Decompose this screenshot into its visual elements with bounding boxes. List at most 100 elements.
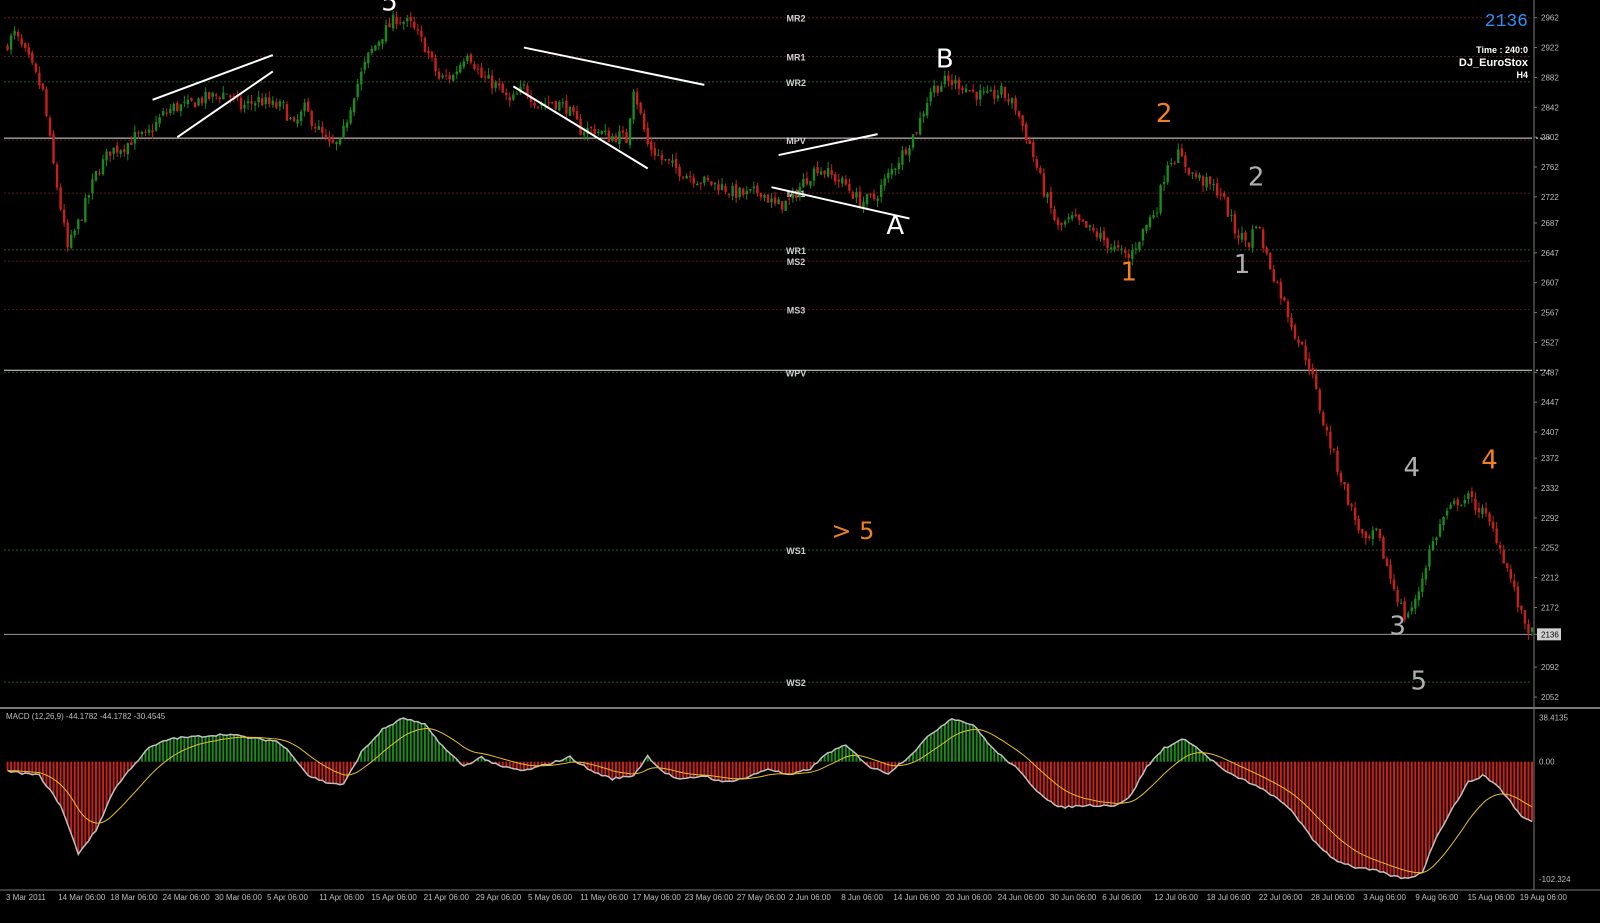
candle <box>664 159 667 162</box>
wave-label: 5 <box>381 0 398 17</box>
candle-body <box>625 131 628 144</box>
candle <box>278 99 282 111</box>
candle-body <box>13 30 16 36</box>
candle <box>660 149 664 165</box>
candle <box>165 108 168 117</box>
candle <box>1152 210 1155 220</box>
candle-body <box>773 197 777 204</box>
candle-body <box>558 102 561 111</box>
candle-body <box>738 187 741 198</box>
y-tick-label: 2567 <box>1541 309 1559 318</box>
candle-body <box>1467 493 1470 500</box>
candle-body <box>1371 530 1375 539</box>
candle <box>996 89 1000 102</box>
candle-body <box>855 192 858 198</box>
candle <box>579 114 582 136</box>
x-tick-label: 15 Aug 06:00 <box>1468 893 1516 902</box>
macd-panel[interactable]: MACD (12,26,9) -44.1782 -44.1782 -30.454… <box>6 712 1571 884</box>
candle <box>292 116 296 123</box>
candle-body <box>964 88 968 93</box>
candle-body <box>448 75 451 80</box>
candle <box>674 152 678 175</box>
candle-body <box>1251 229 1254 248</box>
candle <box>24 42 27 52</box>
candle <box>62 203 66 228</box>
candle <box>618 125 621 149</box>
candle-body <box>1010 98 1014 104</box>
candle <box>685 173 688 179</box>
candle <box>94 170 98 183</box>
candle-body <box>660 155 664 160</box>
candle <box>607 127 611 143</box>
candle-body <box>621 130 625 133</box>
falling-wedge-line[interactable] <box>523 46 705 86</box>
candle <box>87 194 91 204</box>
candle <box>1477 502 1481 519</box>
candle-body <box>536 106 540 108</box>
candle <box>1138 241 1141 253</box>
candle <box>777 196 780 205</box>
x-tick-label: 2 Jun 06:00 <box>789 893 831 902</box>
candle <box>1399 598 1403 605</box>
candle <box>975 91 978 106</box>
candle <box>1346 482 1350 506</box>
candle <box>766 193 770 203</box>
candle <box>345 119 349 132</box>
candle-body <box>929 91 932 102</box>
candle-body <box>278 101 282 107</box>
candle <box>38 66 41 90</box>
candle-body <box>303 102 306 112</box>
candle-body <box>363 61 366 70</box>
drawn-trendlines[interactable] <box>152 46 910 220</box>
candle-body <box>551 101 554 103</box>
candle-body <box>876 198 879 201</box>
price-panel[interactable]: MR2MR1WR2MPVMS1WR1MS2MS3WPVWS1WS2 <box>4 10 1534 688</box>
candle-body <box>1102 231 1106 241</box>
candle <box>604 124 607 136</box>
candle-body <box>777 199 780 205</box>
candle <box>473 61 476 71</box>
candle <box>993 84 996 105</box>
candle <box>169 103 172 116</box>
candle-body <box>1513 580 1516 587</box>
candle <box>480 63 483 79</box>
candle-body <box>1300 341 1304 345</box>
candle-body <box>239 97 243 110</box>
candle <box>1456 496 1459 512</box>
y-tick-label: 2447 <box>1541 398 1559 407</box>
falling-wedge-line[interactable] <box>512 85 649 170</box>
candle-body <box>982 91 985 93</box>
candle-body <box>9 35 13 50</box>
candle <box>105 148 108 167</box>
candle-body <box>667 158 671 161</box>
candle-body <box>183 101 186 103</box>
candle-body <box>618 131 621 145</box>
candle-body <box>1078 214 1081 221</box>
candle-body <box>130 142 133 146</box>
candle-body <box>1272 269 1275 282</box>
candle-body <box>1042 173 1046 197</box>
candle <box>374 44 377 52</box>
wave-label: A <box>886 211 904 241</box>
candle-body <box>1000 85 1003 95</box>
candle-body <box>1516 586 1520 608</box>
candle <box>954 75 957 90</box>
candle-body <box>632 91 635 120</box>
candle-body <box>1219 194 1222 196</box>
pivot-label-ws2: WS2 <box>786 678 806 688</box>
candle <box>611 133 614 143</box>
candle-body <box>1286 301 1290 318</box>
candle <box>756 182 759 197</box>
pivot-label-ws1: WS1 <box>786 546 806 556</box>
candle <box>628 117 632 149</box>
x-tick-label: 12 Jul 06:00 <box>1154 893 1198 902</box>
candle <box>70 229 73 250</box>
candle-body <box>1244 232 1247 241</box>
candle <box>1339 470 1343 486</box>
candle-body <box>1442 517 1445 526</box>
candle-body <box>494 81 497 89</box>
candle-body <box>377 41 381 47</box>
candle-body <box>413 21 416 28</box>
candle-body <box>1389 564 1392 579</box>
candle <box>1438 518 1442 538</box>
